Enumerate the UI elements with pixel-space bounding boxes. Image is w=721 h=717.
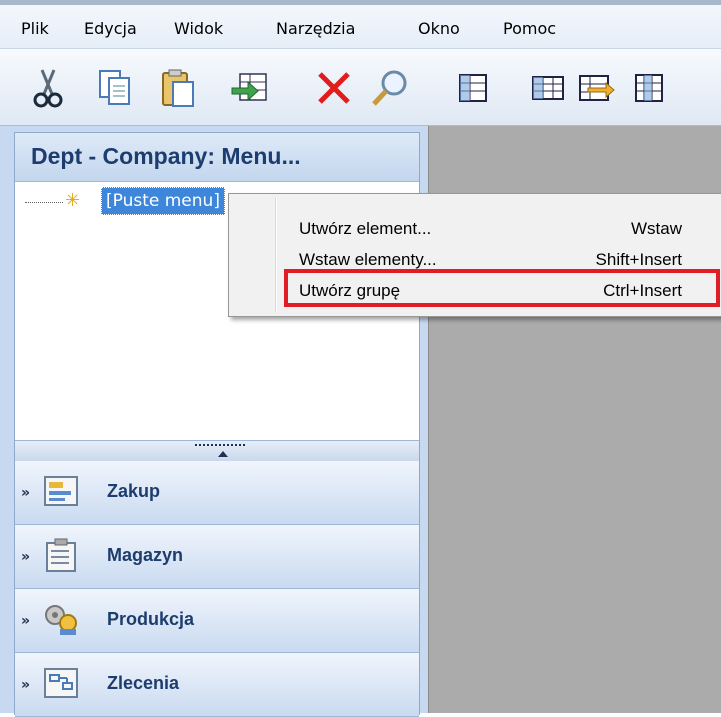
nav-button-zlecenia[interactable]: » Zlecenia bbox=[15, 653, 419, 717]
nav-label-zlecenia: Zlecenia bbox=[107, 673, 180, 693]
chevron-right-icon: » bbox=[21, 613, 31, 629]
context-item-utworz-grupe[interactable]: Utwórz grupę Ctrl+Insert bbox=[233, 269, 720, 310]
import-icon[interactable] bbox=[228, 67, 272, 109]
table-export-icon[interactable] bbox=[575, 67, 619, 109]
tree-node-empty-menu[interactable]: [Puste menu] bbox=[101, 187, 225, 215]
table-icon[interactable] bbox=[451, 67, 495, 109]
pane-splitter[interactable] bbox=[15, 440, 419, 462]
copy-icon[interactable] bbox=[93, 67, 137, 109]
nav-button-produkcja[interactable]: » Produkcja bbox=[15, 589, 419, 653]
delete-icon[interactable] bbox=[312, 67, 356, 109]
chevron-right-icon: » bbox=[21, 677, 31, 693]
chevron-up-icon bbox=[218, 451, 228, 457]
panel-title: Dept - Company: Menu... bbox=[31, 143, 301, 169]
menu-widok[interactable]: Widok bbox=[172, 19, 225, 39]
menu-bar: Plik Edycja Widok Narzędzia Okno Pomoc bbox=[0, 0, 721, 49]
panel-title-bar: Dept - Company: Menu... bbox=[15, 133, 419, 182]
warehouse-icon bbox=[46, 538, 76, 572]
window-frame bbox=[0, 0, 721, 5]
paste-icon[interactable] bbox=[156, 67, 200, 109]
production-icon bbox=[45, 605, 77, 635]
menu-edycja[interactable]: Edycja bbox=[82, 19, 139, 39]
search-icon[interactable] bbox=[368, 67, 412, 109]
context-item-shortcut: Ctrl+Insert bbox=[603, 281, 682, 300]
nav-button-zakup[interactable]: » Zakup bbox=[15, 461, 419, 525]
menu-narzedzia[interactable]: Narzędzia bbox=[274, 19, 357, 39]
splitter-grip bbox=[195, 444, 245, 446]
grid-icon[interactable] bbox=[627, 67, 671, 109]
table-pair-icon[interactable] bbox=[526, 67, 570, 109]
context-menu: Utwórz element... Wstaw Wstaw elementy..… bbox=[228, 193, 721, 317]
context-item-label: Wstaw elementy... bbox=[299, 250, 437, 269]
nav-button-magazyn[interactable]: » Magazyn bbox=[15, 525, 419, 589]
menu-okno[interactable]: Okno bbox=[416, 19, 462, 39]
cut-icon[interactable] bbox=[26, 67, 70, 109]
menu-plik[interactable]: Plik bbox=[19, 19, 51, 39]
nav-label-zakup: Zakup bbox=[107, 481, 161, 501]
chevron-right-icon: » bbox=[21, 485, 31, 501]
context-item-shortcut: Shift+Insert bbox=[595, 250, 682, 269]
chevron-right-icon: » bbox=[21, 549, 31, 565]
purchase-icon bbox=[44, 476, 78, 506]
new-item-icon: ✳ bbox=[65, 190, 81, 211]
context-item-label: Utwórz element... bbox=[299, 219, 432, 238]
nav-label-produkcja: Produkcja bbox=[107, 609, 195, 629]
nav-label-magazyn: Magazyn bbox=[107, 545, 184, 565]
tree-connector bbox=[25, 202, 63, 203]
menu-pomoc[interactable]: Pomoc bbox=[501, 19, 558, 39]
toolbar bbox=[0, 49, 721, 126]
context-item-label: Utwórz grupę bbox=[299, 281, 401, 300]
orders-icon bbox=[44, 668, 78, 698]
context-item-shortcut: Wstaw bbox=[631, 219, 682, 238]
